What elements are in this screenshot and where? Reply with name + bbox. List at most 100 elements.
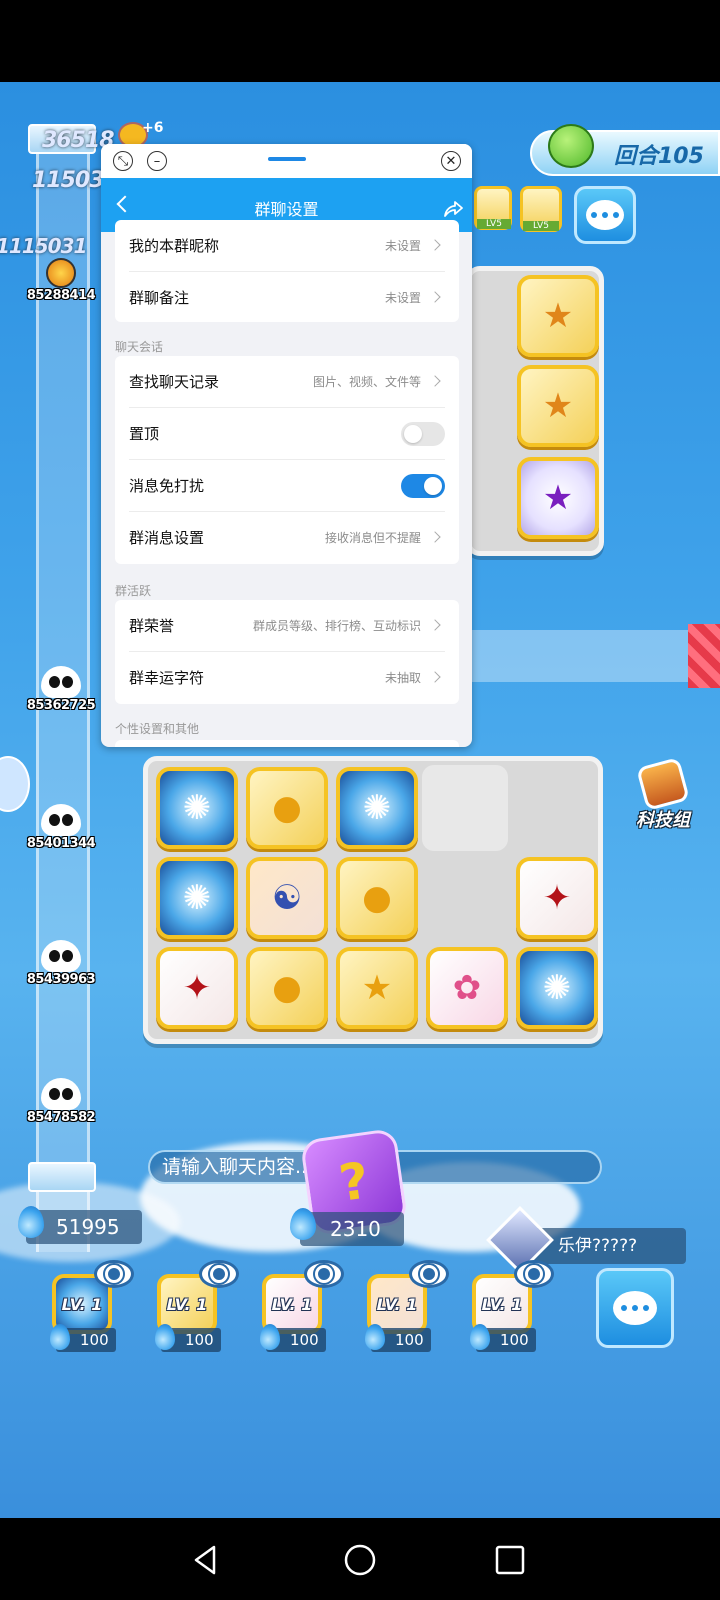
ghost-avatar-icon [41,1078,81,1110]
track-player: 85401344 [26,804,96,851]
settings-group-top: 我的本群昵称 未设置 群聊备注 未设置 [115,220,459,322]
eye-icon[interactable] [304,1260,344,1288]
row-label: 查找聊天记录 [129,373,220,391]
row-value: 未抽取 [384,671,421,685]
chevron-right-icon [429,671,441,683]
row-label: 群消息设置 [129,529,205,547]
eye-icon[interactable] [514,1260,554,1288]
board-tile[interactable]: ● [336,857,418,939]
player-id: 85362725 [26,698,96,713]
water-drop-icon [290,1208,316,1240]
top-card-level: LV5 [523,221,559,231]
board-tile[interactable]: ★ [517,275,599,357]
hand-card[interactable]: LV. 1 100 [151,1260,239,1352]
red-claw-icon: ✦ [182,968,212,1008]
floating-score: 11503 [32,168,105,193]
row-label: 我的本群昵称 [129,237,220,255]
board-tile[interactable]: ✦ [516,857,598,939]
row-value: 未设置 [384,291,421,305]
row-label: 群聊备注 [129,289,190,307]
row-label: 群荣誉 [129,617,175,635]
row-group-remark[interactable]: 群聊备注 未设置 [115,272,459,324]
row-label: 消息免打扰 [129,477,205,495]
gold-coin-icon: ● [272,788,302,828]
gold-coin-icon: ★ [361,968,393,1008]
row-search-history[interactable]: 查找聊天记录 图片、视频、文件等 [115,356,459,408]
water-drop-icon [50,1324,70,1350]
hand-card[interactable]: LV. 1 100 [46,1260,134,1352]
dice-cost-value: 2310 [330,1217,381,1241]
player-id: 85478582 [26,1110,96,1125]
red-claw-icon: ✦ [542,878,572,918]
card-level: LV. 1 [481,1294,523,1314]
player-currency-value: 51995 [56,1215,120,1239]
board-tile[interactable]: ✺ [156,767,238,849]
board-tile[interactable]: ★ [336,947,418,1029]
row-message-settings[interactable]: 群消息设置 接收消息但不提醒 [115,512,459,564]
board-tile[interactable]: ● [246,947,328,1029]
status-bar [0,0,720,82]
top-card[interactable]: LV5 [520,186,562,232]
water-drop-icon [470,1324,490,1350]
track-player: 85478582 [26,1078,96,1125]
row-value: 接收消息但不提醒 [324,531,421,545]
board-tile[interactable]: ● [246,767,328,849]
water-drop-icon [365,1324,385,1350]
board-tile[interactable]: ✺ [156,857,238,939]
eye-icon[interactable] [409,1260,449,1288]
row-value: 图片、视频、文件等 [312,375,421,389]
top-card[interactable]: LV5 [474,186,512,230]
close-icon[interactable]: ✕ [441,151,461,171]
gold-coin-icon: ● [362,878,392,918]
row-do-not-disturb: 消息免打扰 [115,460,459,512]
row-pin-top: 置顶 [115,408,459,460]
chat-button-top[interactable] [574,186,636,244]
round-badge: 回合105 [530,124,720,176]
resize-icon[interactable]: ⤡ [113,151,133,171]
board-tile[interactable]: ✺ [516,947,598,1029]
back-nav-icon[interactable] [183,1538,227,1582]
home-nav-icon[interactable] [338,1538,382,1582]
chat-button-bottom[interactable] [596,1268,674,1348]
minimize-icon[interactable]: – [147,151,167,171]
card-level: LV. 1 [61,1294,103,1314]
drag-handle[interactable] [268,157,306,161]
opponent-board: ★ ★ ★ [466,266,604,556]
card-cost: 100 [155,1324,221,1352]
blue-orb-icon: ✺ [362,788,392,828]
eye-icon[interactable] [199,1260,239,1288]
board-tile[interactable]: ✺ [336,767,418,849]
sakura-icon: ✿ [452,968,482,1008]
row-group-honor[interactable]: 群荣誉 群成员等级、排行榜、互动标识 [115,600,459,652]
player-board: ✺ ● ✺ ✺ ☯ ● ✦ ✦ ● ★ ✿ ✺ [143,756,603,1044]
board-tile[interactable]: ✿ [426,947,508,1029]
board-tile[interactable]: ☯ [246,857,328,939]
group-settings-panel: ⤡ – ✕ 群聊设置 我的本群昵称 未设置 群聊备注 未设置 聊天会话 查找聊天… [101,144,472,747]
hand-card[interactable]: LV. 1 100 [466,1260,554,1352]
row-group-nickname[interactable]: 我的本群昵称 未设置 [115,220,459,272]
water-drop-icon [260,1324,280,1350]
opponent-name-plate: 乐伊????? [528,1228,686,1264]
row-lucky-character[interactable]: 群幸运字符 未抽取 [115,652,459,704]
board-tile[interactable]: ★ [517,365,599,447]
section-title-chat: 聊天会话 [115,340,164,354]
hand-card[interactable]: LV. 1 100 [256,1260,344,1352]
gold-coin-icon: ● [272,968,302,1008]
hand-card[interactable]: LV. 1 100 [361,1260,449,1352]
eye-icon[interactable] [94,1260,134,1288]
player-id: 85288414 [26,288,96,303]
dnd-toggle[interactable] [401,474,445,498]
empty-slot[interactable] [422,765,508,851]
board-tile[interactable]: ★ [517,457,599,539]
pin-toggle[interactable] [401,422,445,446]
board-tile[interactable]: ✦ [156,947,238,1029]
section-title-personal: 个性设置和其他 [115,722,200,736]
track-player: 85362725 [26,666,96,713]
star-icon: ★ [542,478,574,518]
ghost-avatar-icon [41,666,81,698]
tech-group-button[interactable]: 科技组 [628,757,698,832]
share-icon[interactable] [443,200,463,218]
recents-nav-icon[interactable] [488,1538,532,1582]
settings-group-chat: 查找聊天记录 图片、视频、文件等 置顶 消息免打扰 群消息设置 接收消息但不提醒 [115,356,459,564]
player-id: 85439963 [26,972,96,987]
